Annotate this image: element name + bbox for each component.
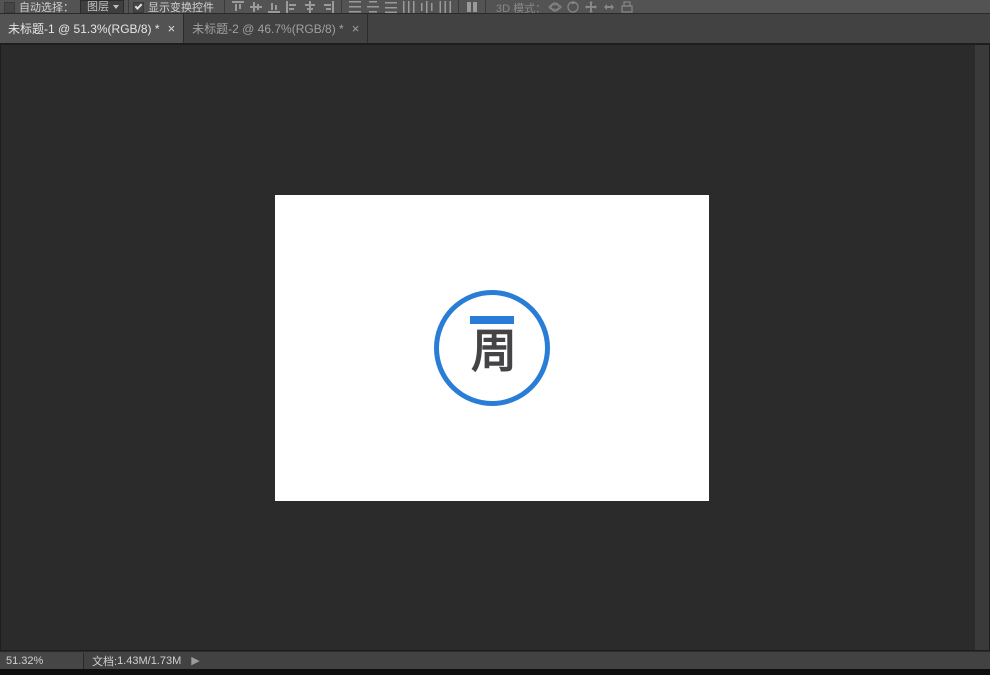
workspace: 周 <box>0 44 990 651</box>
doc-info-size: 1.43M/1.73M <box>117 655 181 667</box>
vertical-scrollbar[interactable] <box>975 45 989 650</box>
mode-3d-label: 3D 模式： <box>496 0 546 14</box>
document-tab-bar: 未标题-1 @ 51.3%(RGB/8) * × 未标题-2 @ 46.7%(R… <box>0 14 990 44</box>
distribute-right-icon[interactable] <box>436 0 454 14</box>
mode-3d-pan-icon[interactable] <box>582 0 600 14</box>
mode-3d-orbit-icon[interactable] <box>546 0 564 14</box>
distribute-left-icon[interactable] <box>400 0 418 14</box>
status-bar: 51.32% 文档: 1.43M/1.73M ▶ <box>0 651 990 669</box>
mode-3d-slide-icon[interactable] <box>600 0 618 14</box>
distribute-bottom-icon[interactable] <box>382 0 400 14</box>
options-separator <box>341 0 342 14</box>
distribute-top-icon[interactable] <box>346 0 364 14</box>
arrange-icon[interactable] <box>463 0 481 14</box>
align-hcenter-icon[interactable] <box>301 0 319 14</box>
close-icon[interactable]: × <box>168 22 176 35</box>
doc-tab-1[interactable]: 未标题-1 @ 51.3%(RGB/8) * × <box>0 14 184 43</box>
options-separator <box>485 0 486 14</box>
logo-glyph: 周 <box>471 328 517 374</box>
mode-3d-scale-icon[interactable] <box>618 0 636 14</box>
logo-accent-bar <box>470 316 514 324</box>
auto-select-group: 自动选择： <box>4 0 74 14</box>
align-vcenter-icon[interactable] <box>247 0 265 14</box>
align-top-icon[interactable] <box>229 0 247 14</box>
auto-select-checkbox[interactable] <box>4 2 15 13</box>
options-separator <box>458 0 459 14</box>
show-transform-group: 显示变换控件 <box>133 0 214 14</box>
align-bottom-icon[interactable] <box>265 0 283 14</box>
doc-info: 文档: 1.43M/1.73M ▶ <box>84 653 208 669</box>
show-transform-checkbox[interactable] <box>133 2 144 13</box>
doc-tab-label: 未标题-1 @ 51.3%(RGB/8) * <box>8 20 160 37</box>
doc-info-label: 文档: <box>92 653 117 669</box>
options-separator <box>224 0 225 14</box>
distribute-vcenter-icon[interactable] <box>364 0 382 14</box>
logo-circle: 周 <box>434 290 550 406</box>
options-separator <box>128 0 129 14</box>
auto-select-label: 自动选择： <box>19 0 74 14</box>
mode-3d-roll-icon[interactable] <box>564 0 582 14</box>
canvas-viewport[interactable]: 周 <box>9 53 975 642</box>
close-icon[interactable]: × <box>352 22 360 35</box>
auto-select-mode-dropdown[interactable]: 图层 <box>80 0 124 14</box>
align-left-icon[interactable] <box>283 0 301 14</box>
options-bar: 自动选择： 图层 显示变换控件 3D 模式： <box>0 0 990 14</box>
canvas[interactable]: 周 <box>275 195 709 501</box>
chevron-right-icon[interactable]: ▶ <box>191 654 199 667</box>
show-transform-label: 显示变换控件 <box>148 0 214 14</box>
align-right-icon[interactable] <box>319 0 337 14</box>
footer-strip <box>0 669 990 675</box>
doc-tab-2[interactable]: 未标题-2 @ 46.7%(RGB/8) * × <box>184 14 368 43</box>
zoom-level-field[interactable]: 51.32% <box>0 653 84 669</box>
distribute-hcenter-icon[interactable] <box>418 0 436 14</box>
doc-tab-label: 未标题-2 @ 46.7%(RGB/8) * <box>192 20 344 37</box>
